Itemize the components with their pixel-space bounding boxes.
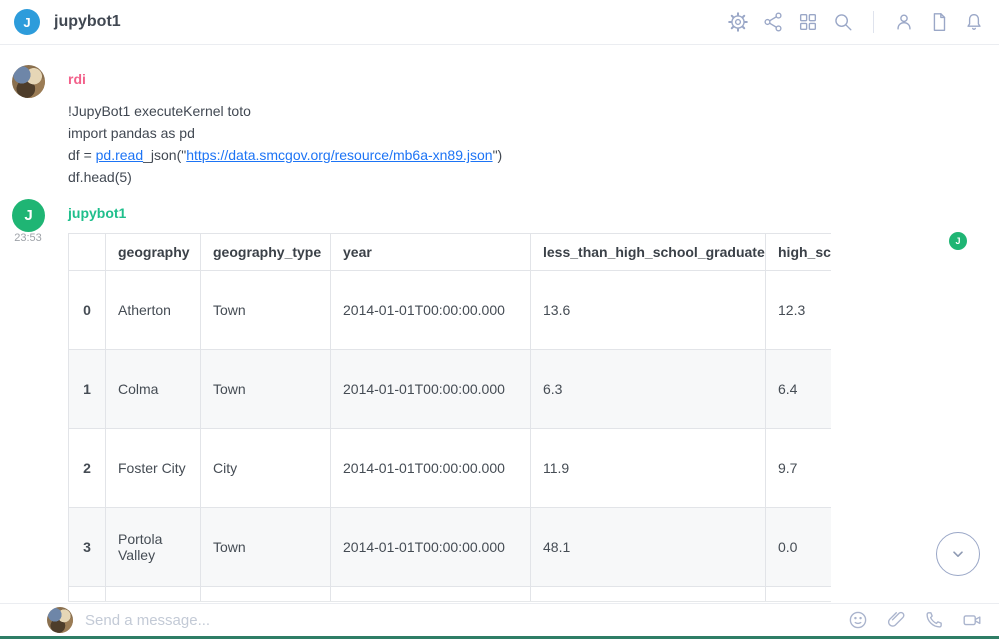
message-list[interactable]: rdi !JupyBot1 executeKernel toto import p… bbox=[0, 46, 999, 603]
chevron-down-icon bbox=[946, 542, 970, 566]
username-jupybot1[interactable]: jupybot1 bbox=[68, 199, 126, 221]
table-header-row: geographygeography_typeyearless_than_hig… bbox=[69, 234, 832, 271]
composer-avatar bbox=[47, 607, 73, 633]
table-cell bbox=[331, 587, 531, 603]
message-text: import pandas as pd bbox=[68, 125, 195, 141]
message-jupybot1: J 23:53 jupybot1 geographygeography_type… bbox=[0, 199, 999, 602]
table-cell: 2014-01-01T00:00:00.000 bbox=[331, 508, 531, 587]
table-cell: 11.9 bbox=[531, 429, 766, 508]
username-rdi[interactable]: rdi bbox=[68, 65, 86, 87]
table-column-header: high_sc bbox=[766, 234, 832, 271]
message-line: df.head(5) bbox=[68, 166, 999, 188]
table-cell: Town bbox=[201, 271, 331, 350]
channel-header: J jupybot1 bbox=[0, 0, 999, 45]
table-cell: Atherton bbox=[106, 271, 201, 350]
table-cell: 13.6 bbox=[531, 271, 766, 350]
message-text: !JupyBot1 executeKernel toto bbox=[68, 103, 251, 119]
header-divider bbox=[873, 11, 874, 33]
table-column-header: geography_type bbox=[201, 234, 331, 271]
table-cell: 12.3 bbox=[766, 271, 832, 350]
apps-grid-icon[interactable] bbox=[795, 9, 821, 35]
message-text: ") bbox=[493, 147, 503, 163]
message-rdi: rdi !JupyBot1 executeKernel toto import p… bbox=[0, 65, 999, 188]
rdi-avatar[interactable] bbox=[12, 65, 45, 98]
table-cell: 0.0 bbox=[766, 508, 832, 587]
table-cell: 6.3 bbox=[531, 350, 766, 429]
jupybot1-avatar[interactable]: J bbox=[12, 199, 45, 232]
composer-avatar-photo bbox=[47, 607, 73, 633]
video-call-icon[interactable] bbox=[959, 607, 985, 633]
bot-unread-badge[interactable]: J bbox=[949, 232, 967, 250]
dataframe-table-container: geographygeography_typeyearless_than_hig… bbox=[68, 233, 831, 602]
table-cell: 2014-01-01T00:00:00.000 bbox=[331, 350, 531, 429]
message-line: df = pd.read_json("https://data.smcgov.o… bbox=[68, 144, 999, 166]
attachment-icon[interactable] bbox=[883, 607, 909, 633]
table-cell: 48.1 bbox=[531, 508, 766, 587]
message-link[interactable]: pd.read bbox=[96, 147, 143, 163]
message-composer bbox=[0, 603, 999, 636]
table-cell: 2014-01-01T00:00:00.000 bbox=[331, 271, 531, 350]
channel-title: jupybot1 bbox=[54, 13, 121, 31]
table-cell: Town bbox=[201, 350, 331, 429]
table-column-header bbox=[69, 234, 106, 271]
table-cell bbox=[201, 587, 331, 603]
table-cell: 2 bbox=[69, 429, 106, 508]
rdi-avatar-photo bbox=[12, 65, 45, 98]
table-row bbox=[69, 587, 832, 603]
table-cell: Portola Valley bbox=[106, 508, 201, 587]
message-timestamp: 23:53 bbox=[0, 232, 56, 244]
table-row: 0AthertonTown2014-01-01T00:00:00.00013.6… bbox=[69, 271, 832, 350]
table-cell: 2014-01-01T00:00:00.000 bbox=[331, 429, 531, 508]
rdi-message-body: !JupyBot1 executeKernel toto import panda… bbox=[68, 100, 999, 188]
table-cell: 1 bbox=[69, 350, 106, 429]
message-text: df.head(5) bbox=[68, 169, 132, 185]
message-line: !JupyBot1 executeKernel toto bbox=[68, 100, 999, 122]
table-cell: 0 bbox=[69, 271, 106, 350]
jump-to-bottom-button[interactable] bbox=[936, 532, 980, 576]
table-cell: City bbox=[201, 429, 331, 508]
table-column-header: less_than_high_school_graduate bbox=[531, 234, 766, 271]
phone-icon[interactable] bbox=[921, 607, 947, 633]
table-column-header: geography bbox=[106, 234, 201, 271]
table-row: 3Portola ValleyTown2014-01-01T00:00:00.0… bbox=[69, 508, 832, 587]
message-text: df = bbox=[68, 147, 96, 163]
bell-icon[interactable] bbox=[961, 9, 987, 35]
user-icon[interactable] bbox=[891, 9, 917, 35]
chat-app: J jupybot1 bbox=[0, 0, 999, 639]
table-cell: 6.4 bbox=[766, 350, 832, 429]
message-link[interactable]: https://data.smcgov.org/resource/mb6a-xn… bbox=[186, 147, 492, 163]
channel-avatar[interactable]: J bbox=[14, 9, 40, 35]
table-cell: Colma bbox=[106, 350, 201, 429]
search-icon[interactable] bbox=[830, 9, 856, 35]
file-icon[interactable] bbox=[926, 9, 952, 35]
table-column-header: year bbox=[331, 234, 531, 271]
table-cell: 9.7 bbox=[766, 429, 832, 508]
table-cell: Town bbox=[201, 508, 331, 587]
message-line: import pandas as pd bbox=[68, 122, 999, 144]
table-cell bbox=[766, 587, 832, 603]
table-cell bbox=[531, 587, 766, 603]
dataframe-table: geographygeography_typeyearless_than_hig… bbox=[68, 233, 831, 602]
table-cell: 3 bbox=[69, 508, 106, 587]
table-cell bbox=[106, 587, 201, 603]
table-cell: Foster City bbox=[106, 429, 201, 508]
channel-avatar-letter: J bbox=[23, 15, 30, 30]
table-cell bbox=[69, 587, 106, 603]
emoji-icon[interactable] bbox=[845, 607, 871, 633]
table-row: 1ColmaTown2014-01-01T00:00:00.0006.36.4 bbox=[69, 350, 832, 429]
composer-actions bbox=[845, 607, 999, 633]
settings-icon[interactable] bbox=[725, 9, 751, 35]
jupybot1-avatar-letter: J bbox=[12, 199, 45, 232]
table-row: 2Foster CityCity2014-01-01T00:00:00.0001… bbox=[69, 429, 832, 508]
message-input[interactable] bbox=[85, 612, 845, 629]
message-text: _json(" bbox=[143, 147, 186, 163]
header-actions bbox=[725, 9, 999, 35]
share-icon[interactable] bbox=[760, 9, 786, 35]
